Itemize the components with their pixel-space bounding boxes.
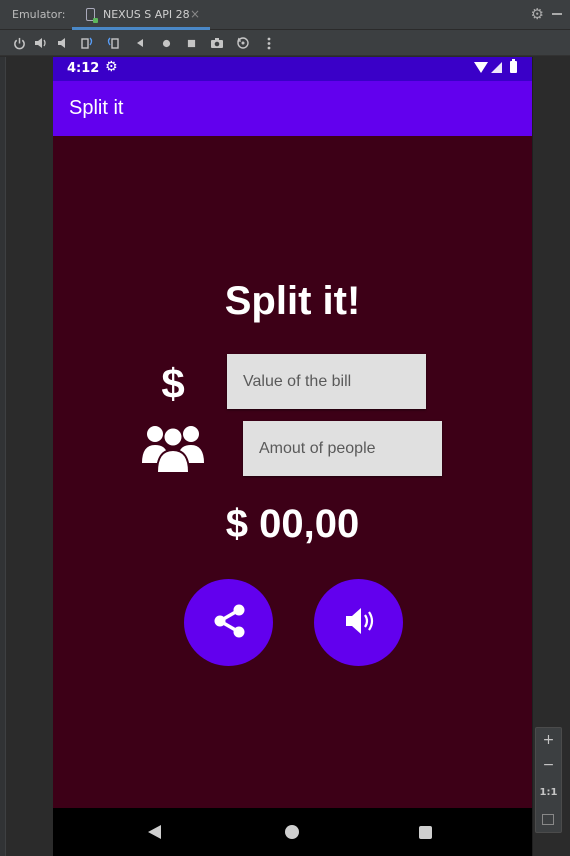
zoom-out-button[interactable]: − [536, 757, 561, 773]
share-button[interactable] [184, 579, 273, 666]
rotate-right-icon[interactable] [104, 34, 122, 52]
device-icon [86, 8, 98, 23]
nav-recents-icon[interactable] [419, 826, 432, 839]
volume-up-icon[interactable] [32, 34, 50, 52]
power-icon[interactable] [10, 34, 28, 52]
zoom-fit-icon[interactable] [542, 814, 554, 825]
app-bar: Split it [53, 81, 532, 136]
more-icon[interactable] [260, 34, 278, 52]
speak-button[interactable] [314, 579, 403, 666]
system-nav-bar [53, 808, 532, 856]
dollar-icon: $ [161, 360, 185, 407]
nav-back-icon[interactable] [148, 825, 161, 839]
zoom-actual-size-button[interactable]: 1:1 [536, 787, 561, 798]
emulator-label: Emulator: [12, 8, 66, 21]
zoom-icon[interactable] [234, 34, 252, 52]
emulator-toolbar [0, 30, 570, 56]
page-title: Split it! [224, 279, 361, 323]
people-group-icon [141, 417, 205, 475]
total-amount: $ 00,00 [225, 502, 360, 546]
speaker-icon [339, 601, 379, 645]
left-gutter [0, 57, 6, 856]
bill-value-input[interactable] [227, 354, 426, 409]
people-amount-input[interactable] [243, 421, 442, 476]
phone-screen: 4:12 ⚙ Split it Split it! $ $ 00,00 [53, 57, 532, 856]
overview-icon[interactable] [182, 34, 200, 52]
settings-gear-icon[interactable]: ⚙ [531, 5, 544, 23]
close-tab-icon[interactable]: × [190, 7, 200, 21]
emulator-tab-bar: Emulator: NEXUS S API 28 × ⚙ [0, 0, 570, 30]
status-bar: 4:12 ⚙ [53, 57, 532, 81]
screenshot-icon[interactable] [208, 34, 226, 52]
minimize-icon[interactable] [552, 13, 562, 15]
home-icon[interactable] [157, 34, 175, 52]
tab-nexus-s[interactable]: NEXUS S API 28 × [72, 0, 210, 30]
signal-icon [491, 62, 502, 73]
app-title: Split it [69, 97, 124, 119]
share-icon [209, 601, 249, 645]
zoom-controls: + − 1:1 [535, 727, 562, 833]
tab-label: NEXUS S API 28 [103, 8, 190, 21]
back-icon[interactable] [131, 34, 149, 52]
wifi-icon [474, 62, 488, 73]
status-settings-icon: ⚙ [105, 59, 118, 75]
status-time: 4:12 [67, 61, 100, 76]
rotate-left-icon[interactable] [78, 34, 96, 52]
nav-home-icon[interactable] [285, 825, 299, 839]
volume-down-icon[interactable] [54, 34, 72, 52]
battery-icon [510, 59, 517, 73]
zoom-in-button[interactable]: + [536, 732, 561, 748]
